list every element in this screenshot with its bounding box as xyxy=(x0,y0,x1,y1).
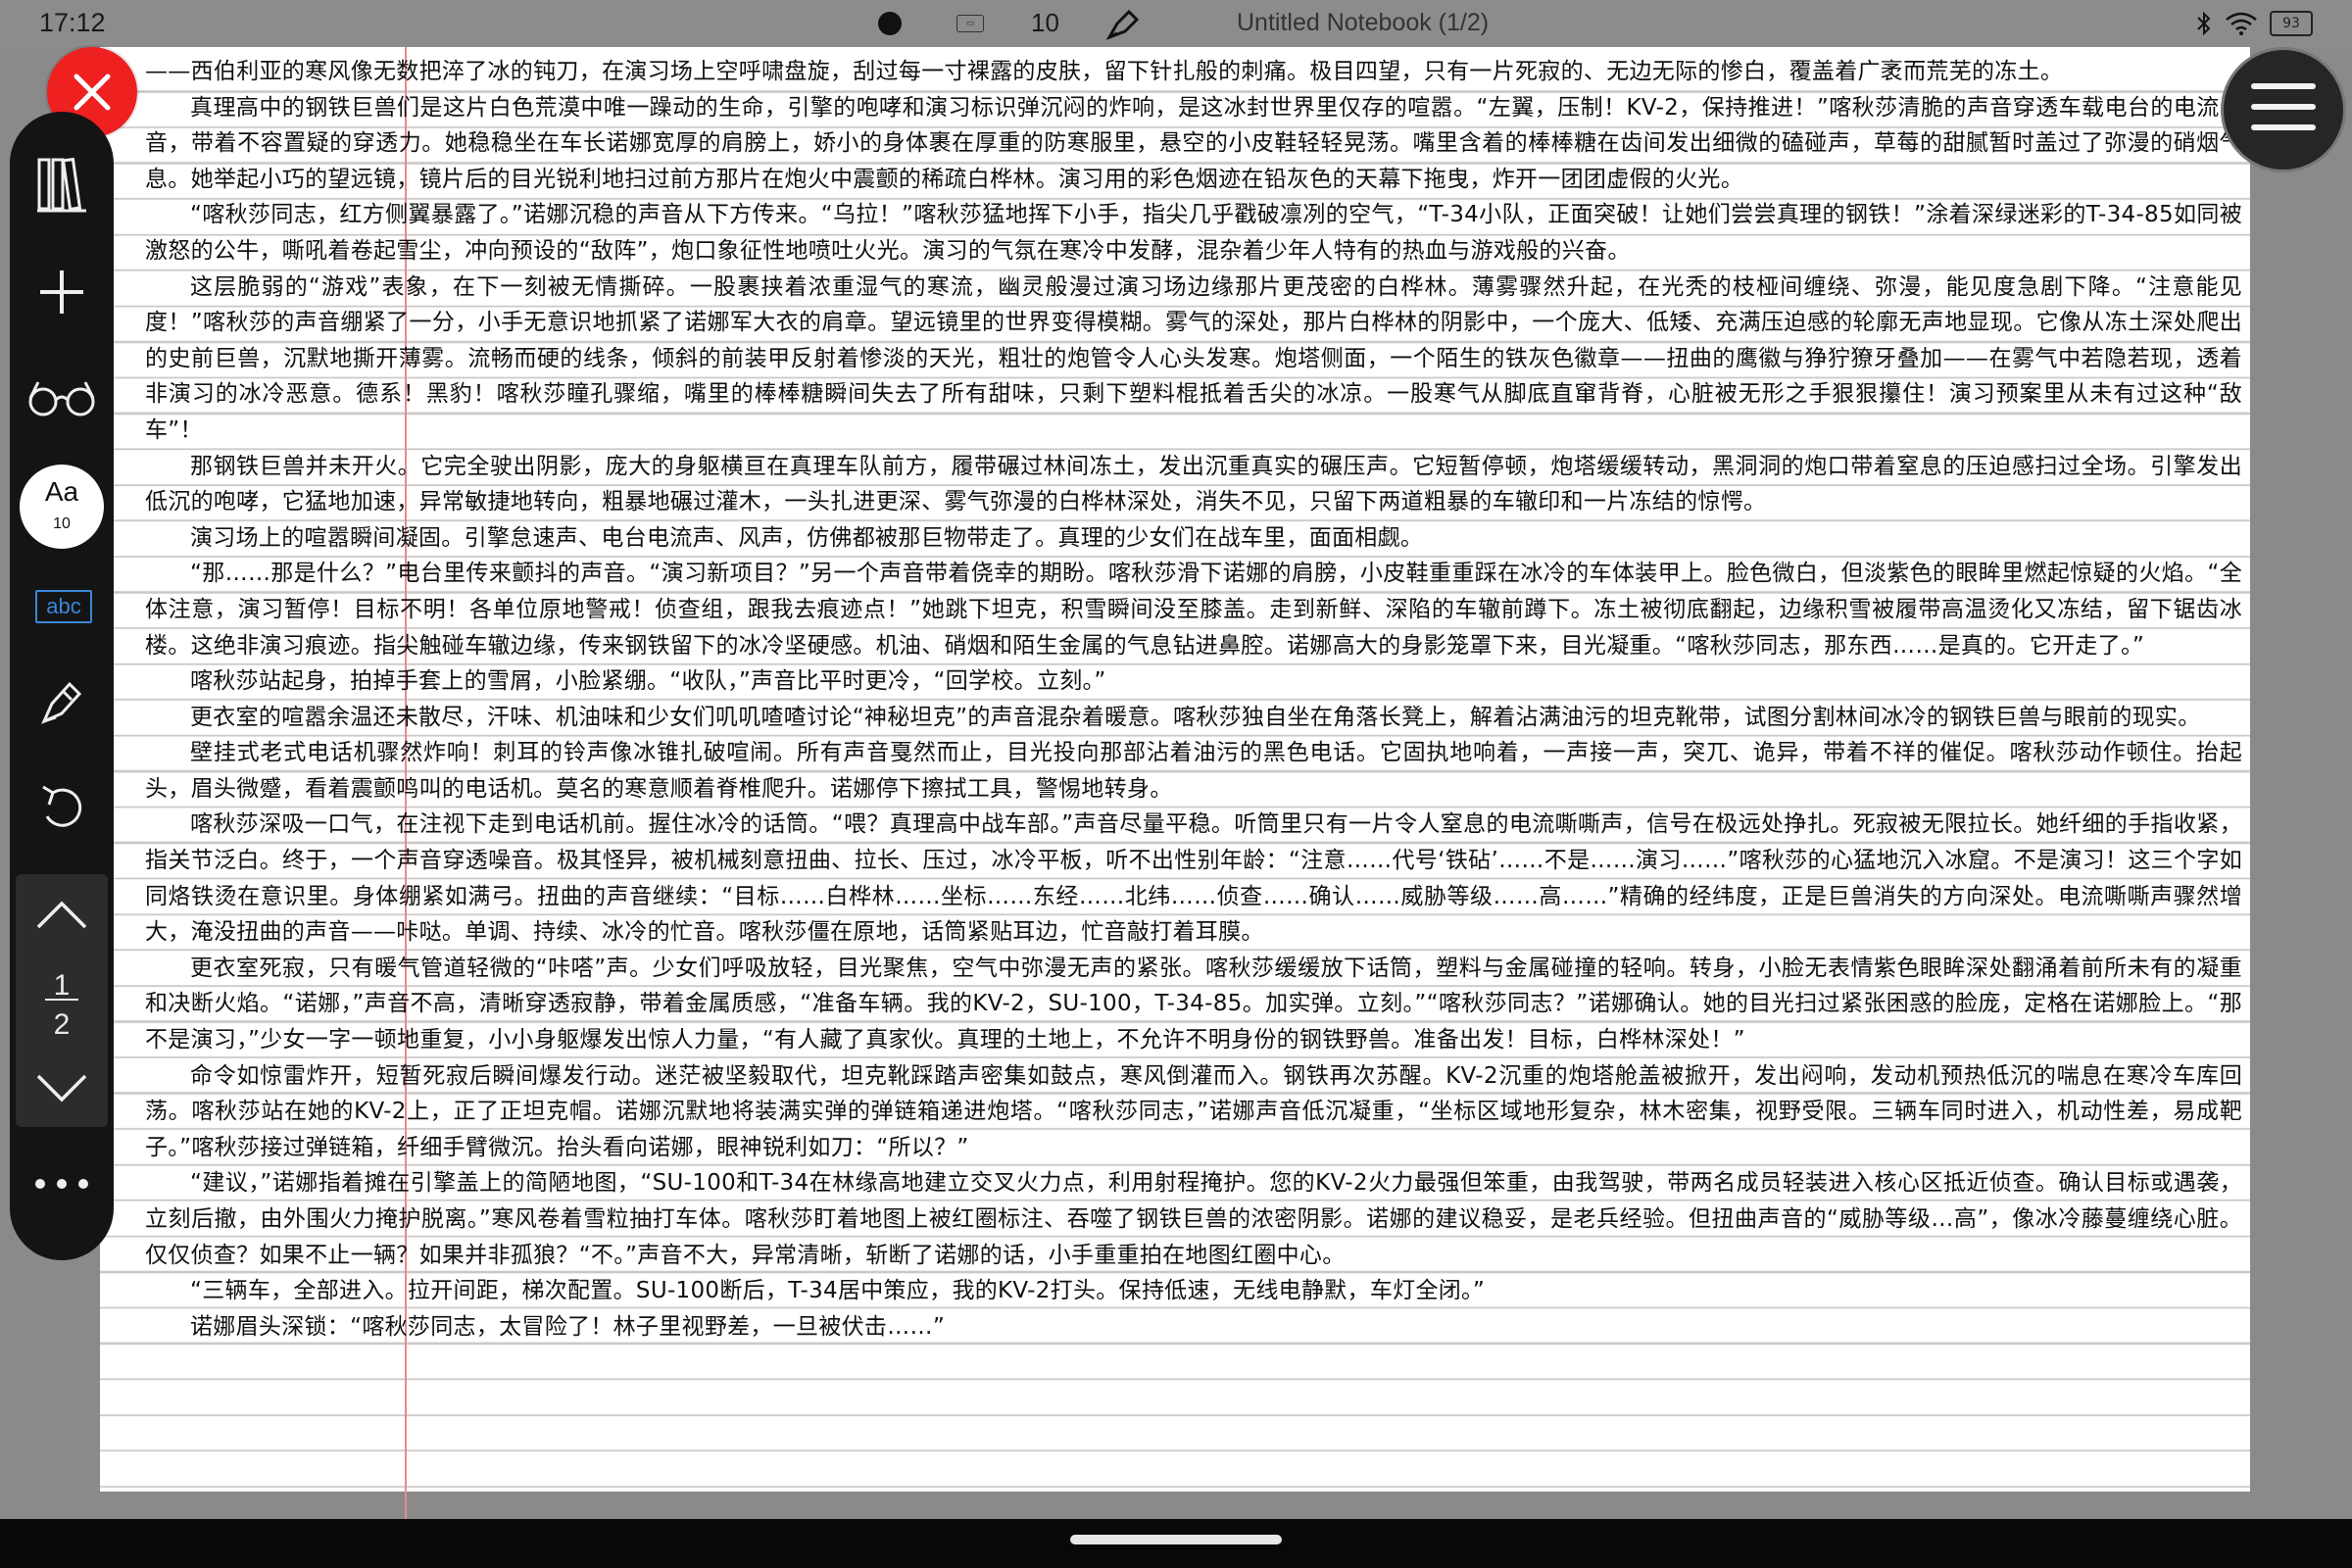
font-size-value: 10 xyxy=(53,515,71,532)
paragraph: 喀秋莎深吸一口气，在注视下走到电话机前。握住冰冷的话筒。“喂？真理高中战车部。”… xyxy=(145,811,2242,946)
wifi-icon xyxy=(2226,12,2257,35)
battery-icon: 93 xyxy=(2270,11,2313,36)
keyboard-icon: ▭ xyxy=(956,15,984,32)
notebook-title: Untitled Notebook (1/2) xyxy=(1237,9,1490,36)
menu-icon xyxy=(2251,124,2316,130)
read-mode-button[interactable] xyxy=(10,363,114,433)
paragraph: 更衣室的喧嚣余温还未散尽，汗味、机油味和少女们叽叽喳喳讨论“神秘坦克”的声音混杂… xyxy=(190,704,2201,730)
paragraph: 壁挂式老式电话机骤然炸响！刺耳的铃声像冰锥扎破喧闹。所有声音戛然而止，目光投向那… xyxy=(145,740,2242,802)
paragraph: ——西伯利亚的寒风像无数把淬了冰的钝刀，在演习场上空呼啸盘旋，刮过每一寸裸露的皮… xyxy=(145,59,2064,84)
paragraph: 演习场上的喧嚣瞬间凝固。引擎怠速声、电台电流声、风声，仿佛都被那巨物带走了。真理… xyxy=(190,524,1424,551)
close-icon xyxy=(74,74,111,111)
more-button[interactable] xyxy=(10,1149,114,1219)
home-indicator[interactable] xyxy=(1070,1535,1282,1544)
more-icon xyxy=(35,1179,88,1189)
status-icons: 93 xyxy=(2195,10,2313,37)
left-toolbar: Aa 10 abc 1 2 xyxy=(10,112,114,1260)
record-indicator-icon xyxy=(878,12,902,35)
add-icon xyxy=(40,270,83,314)
current-page-number: 1 xyxy=(53,969,71,1002)
document-text[interactable]: ——西伯利亚的寒风像无数把淬了冰的钝刀，在演习场上空呼啸盘旋，刮过每一寸裸露的皮… xyxy=(145,54,2242,1514)
paragraph: 更衣室死寂，只有暖气管道轻微的“咔嗒”声。少女们呼吸放轻，目光聚焦，空气中弥漫无… xyxy=(145,955,2242,1054)
paragraph: 诺娜眉头深锁：“喀秋莎同志，太冒险了！林子里视野差，一旦被伏击……” xyxy=(190,1313,946,1340)
menu-icon xyxy=(2251,83,2316,89)
menu-button[interactable] xyxy=(2221,47,2346,172)
menu-icon xyxy=(2251,104,2316,110)
paragraph: “喀秋莎同志，红方侧翼暴露了。”诺娜沉稳的声音从下方传来。“乌拉！”喀秋莎猛地挥… xyxy=(145,202,2242,264)
add-page-button[interactable] xyxy=(10,257,114,327)
paragraph: 那钢铁巨兽并未开火。它完全驶出阴影，庞大的身躯横亘在真理车队前方，履带碾过林间冻… xyxy=(145,453,2242,515)
paragraph: 真理高中的钢铁巨兽们是这片白色荒漠中唯一躁动的生命，引擎的咆哮和演习标识弹沉闷的… xyxy=(145,94,2242,192)
undo-icon xyxy=(42,785,82,827)
pen-count: 10 xyxy=(1031,8,1059,37)
paragraph: 喀秋莎站起身，拍掉手套上的雪屑，小脸紧绷。“收队，”声音比平时更冷，“回学校。立… xyxy=(190,668,1106,695)
chevron-down-icon xyxy=(36,1074,87,1102)
pen-tool-button[interactable] xyxy=(10,666,114,737)
previous-page-button[interactable] xyxy=(10,886,114,945)
paragraph: 命令如惊雷炸开，短暂死寂后瞬间爆发行动。迷茫被坚毅取代，坦克靴踩踏声密集如鼓点，… xyxy=(145,1062,2242,1160)
glasses-icon xyxy=(28,381,95,416)
pen-icon xyxy=(41,681,82,724)
paragraph: 这层脆弱的“游戏”表象，在下一刻被无情撕碎。一股裹挟着浓重湿气的寒流，幽灵般漫过… xyxy=(145,273,2242,443)
status-bar: 17:12 ▭ 10 Untitled Notebook (1/2) 93 xyxy=(0,0,2352,47)
font-label: Aa xyxy=(44,476,79,507)
undo-button[interactable] xyxy=(10,770,114,841)
paragraph: “那……那是什么？”电台里传来颤抖的声音。“演习新项目？”另一个声音带着侥幸的期… xyxy=(145,561,2242,659)
paragraph: “建议，”诺娜指着摊在引擎盖上的简陋地图，“SU-100和T-34在林缘高地建立… xyxy=(145,1170,2242,1268)
bluetooth-icon xyxy=(2197,11,2211,36)
text-mode-button[interactable]: abc xyxy=(35,590,92,623)
pen-icon xyxy=(1105,9,1140,40)
status-time: 17:12 xyxy=(39,8,106,37)
paragraph: “三辆车，全部进入。拉开间距，梯次配置。SU-100断后，T-34居中策应，我的… xyxy=(190,1278,1486,1304)
library-icon xyxy=(37,157,86,213)
chevron-up-icon xyxy=(36,901,87,929)
library-button[interactable] xyxy=(10,149,114,220)
next-page-button[interactable] xyxy=(10,1058,114,1117)
font-size-button[interactable]: Aa 10 xyxy=(20,465,104,549)
total-pages: 2 xyxy=(53,1008,71,1041)
page-separator xyxy=(45,999,78,1001)
